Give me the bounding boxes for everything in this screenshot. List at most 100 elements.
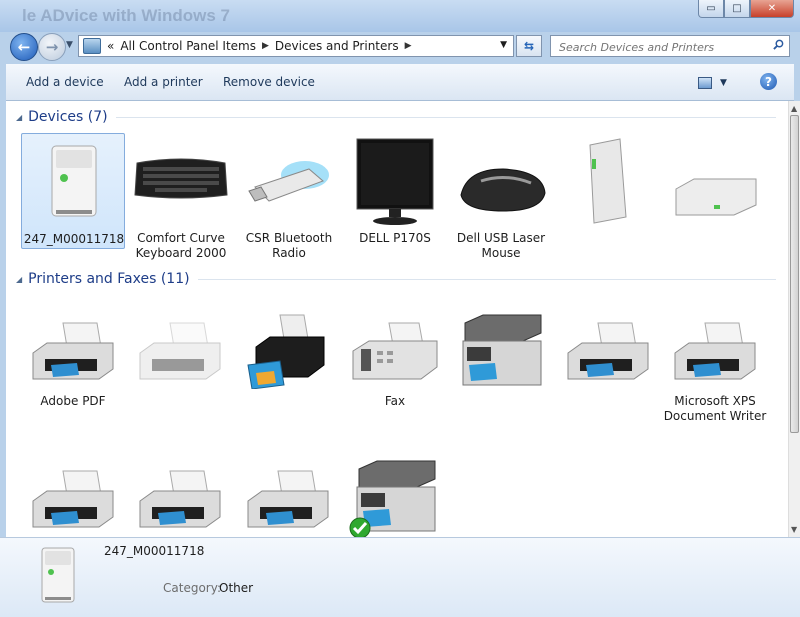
printer-item[interactable] [556, 309, 660, 429]
device-item[interactable] [556, 133, 660, 249]
external-drive-icon [589, 138, 627, 224]
device-item[interactable] [662, 133, 766, 249]
device-item[interactable]: CSR Bluetooth Radio [237, 133, 341, 260]
bluetooth-usb-icon [248, 161, 329, 202]
category-label: Category: [163, 581, 221, 595]
close-button[interactable]: ✕ [750, 0, 794, 18]
chevron-down-icon: ▼ [66, 40, 73, 50]
help-button[interactable]: ? [760, 73, 777, 90]
redacted-label [684, 231, 760, 249]
redacted-label [246, 397, 330, 433]
back-button[interactable]: ← [10, 33, 38, 61]
fax-icon [352, 322, 438, 380]
command-bar: Add a device Add a printer Remove device… [6, 64, 794, 101]
category-value: Other [219, 581, 254, 595]
chevron-right-icon[interactable]: ▶ [262, 41, 269, 51]
remove-device-button[interactable]: Remove device [223, 75, 315, 89]
device-item[interactable]: Dell USB Laser Mouse [449, 133, 553, 260]
printer-item[interactable] [449, 309, 553, 429]
address-overflow[interactable]: « [107, 39, 114, 53]
default-printer-item[interactable] [343, 457, 447, 537]
forward-button[interactable]: → [38, 33, 66, 61]
printer-item[interactable] [236, 309, 340, 433]
multifunction-printer-icon [462, 314, 542, 386]
device-label: DELL P170S [359, 231, 431, 245]
title-bar: le ADvice with Windows 7 ▭ □ ✕ [0, 0, 800, 32]
background-window-title: le ADvice with Windows 7 [22, 6, 230, 25]
window-controls: ▭ □ ✕ [698, 0, 794, 18]
view-icon [698, 77, 712, 89]
redacted-label [138, 395, 228, 425]
scroll-down-icon[interactable]: ▼ [791, 525, 797, 534]
breadcrumb-all-control-panel-items[interactable]: All Control Panel Items [120, 39, 256, 53]
search-icon[interactable] [773, 39, 784, 50]
printer-icon [32, 322, 114, 380]
add-printer-button[interactable]: Add a printer [124, 75, 203, 89]
control-panel-icon [83, 38, 101, 54]
printer-icon [32, 470, 114, 528]
refresh-icon: ⇆ [523, 39, 535, 53]
device-label: 247_M00011718 [23, 232, 125, 246]
devices-group-header[interactable]: ◢ Devices (7) [16, 109, 776, 125]
tower-computer-icon [51, 145, 97, 217]
add-device-button[interactable]: Add a device [26, 75, 104, 89]
hard-drive-icon [675, 178, 757, 216]
printer-icon [674, 322, 756, 380]
printer-icon [567, 322, 649, 380]
printers-group-title: Printers and Faxes (11) [28, 271, 190, 287]
printer-label: Adobe PDF [40, 394, 106, 408]
printer-label: Microsoft XPS Document Writer [663, 394, 767, 423]
change-view-button[interactable]: ▼ [698, 75, 734, 91]
device-label: Comfort Curve Keyboard 2000 [135, 231, 227, 260]
selected-device-name: 247_M00011718 [104, 544, 205, 558]
search-box[interactable] [550, 35, 790, 57]
fax-item[interactable]: Fax [343, 309, 447, 429]
devices-group-title: Devices (7) [28, 109, 108, 125]
printer-icon [247, 470, 329, 528]
scroll-up-icon[interactable]: ▲ [791, 104, 797, 113]
redacted-label [479, 395, 535, 415]
navigation-bar: ← → ▼ « All Control Panel Items ▶ Device… [0, 30, 800, 62]
chevron-down-icon[interactable]: ▼ [720, 78, 727, 88]
device-label: Dell USB Laser Mouse [456, 231, 546, 260]
device-label: CSR Bluetooth Radio [245, 231, 333, 260]
maximize-button[interactable]: □ [724, 0, 750, 18]
collapse-icon[interactable]: ◢ [16, 113, 22, 122]
printer-icon [139, 322, 221, 380]
breadcrumb-devices-and-printers[interactable]: Devices and Printers [275, 39, 399, 53]
group-divider [197, 278, 776, 280]
printer-item[interactable]: Adobe PDF [21, 309, 125, 429]
tower-computer-icon [41, 547, 75, 603]
mouse-icon [460, 168, 546, 212]
address-dropdown-icon[interactable]: ▼ [500, 40, 507, 50]
keyboard-icon [134, 158, 228, 199]
device-item[interactable]: Comfort Curve Keyboard 2000 [129, 133, 233, 260]
collapse-icon[interactable]: ◢ [16, 275, 22, 284]
printer-item[interactable] [128, 457, 232, 537]
printer-item[interactable] [128, 309, 232, 429]
forward-arrow-icon: → [45, 38, 59, 56]
device-item[interactable]: 247_M00011718 [21, 133, 125, 249]
redacted-label [574, 395, 642, 423]
redacted-label [584, 231, 642, 249]
printers-group-header[interactable]: ◢ Printers and Faxes (11) [16, 271, 776, 287]
recent-pages-dropdown[interactable]: ▼ [66, 40, 73, 50]
device-item[interactable]: DELL P170S [343, 133, 447, 249]
minimize-button[interactable]: ▭ [698, 0, 724, 18]
details-pane: 247_M00011718 Category: Other [0, 537, 800, 617]
inkjet-printer-icon [247, 314, 325, 389]
scrollbar-thumb[interactable] [790, 115, 799, 433]
back-arrow-icon: ← [17, 38, 31, 56]
address-bar[interactable]: « All Control Panel Items ▶ Devices and … [78, 35, 514, 57]
devices-view: ◢ Devices (7) 247_M00011718 Comfort Curv… [6, 101, 788, 537]
refresh-button[interactable]: ⇆ [516, 35, 542, 57]
monitor-icon [356, 138, 434, 225]
fax-label: Fax [384, 394, 406, 408]
printer-item[interactable] [236, 457, 340, 537]
printer-item[interactable] [21, 457, 125, 537]
printer-item[interactable]: Microsoft XPS Document Writer [663, 309, 767, 429]
search-input[interactable] [557, 37, 771, 57]
chevron-right-icon[interactable]: ▶ [405, 41, 412, 51]
vertical-scrollbar[interactable]: ▲ ▼ [788, 101, 800, 537]
group-divider [115, 116, 776, 118]
